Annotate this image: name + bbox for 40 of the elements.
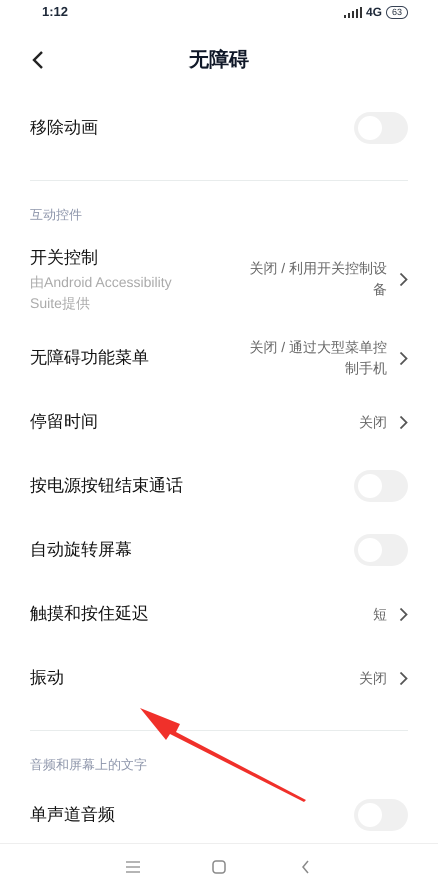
row-label: 触摸和按住延迟 [30,603,149,626]
section-heading: 互动控件 [29,206,83,224]
row-label: 停留时间 [30,411,98,434]
settings-row[interactable]: 移除动画 [0,96,438,160]
row-value: 关闭 [359,668,387,688]
section-heading: 音频和屏幕上的文字 [29,756,148,774]
settings-row[interactable]: 自动旋转屏幕 [0,518,438,582]
battery-indicator: 63 [386,6,408,18]
home-icon [212,860,226,874]
row-label: 自动旋转屏幕 [30,539,132,562]
row-label: 无障碍功能菜单 [30,347,149,370]
row-value: 短 [373,604,387,624]
back-icon [32,50,44,70]
chevron-right-icon [399,606,408,622]
chevron-right-icon [399,272,408,287]
settings-row[interactable]: 无障碍功能菜单 关闭 / 通过大型菜单控制手机 [0,326,438,390]
row-value: 关闭 / 利用开关控制设备 [248,259,387,300]
settings-row[interactable]: 振动 关闭 [0,646,438,710]
row-label: 按电源按钮结束通话 [30,475,183,498]
back-icon [300,860,310,874]
row-label: 振动 [30,667,64,690]
chevron-right-icon [399,414,408,430]
row-value: 关闭 [359,412,387,432]
settings-row[interactable]: 触摸和按住延迟 短 [0,582,438,646]
status-time: 1:12 [42,3,68,22]
settings-row[interactable]: 停留时间 关闭 [0,390,438,454]
signal-icon [344,6,362,18]
menu-icon [126,860,140,872]
settings-row[interactable]: 单声道音频 [0,782,438,843]
row-label: 开关控制 [30,246,99,268]
chevron-right-icon [399,670,408,686]
network-label: 4G [366,4,382,21]
settings-row[interactable]: 开关控制 由Android Accessibility Suite提供 关闭 / 利用开关控制设备 [0,232,438,326]
row-value: 关闭 / 通过大型菜单控制手机 [248,338,387,378]
row-label: 单声道音频 [30,804,115,826]
chevron-right-icon [399,350,408,366]
page-title: 无障碍 [189,48,249,73]
settings-row[interactable]: 按电源按钮结束通话 [0,454,438,518]
row-label: 移除动画 [30,117,98,140]
row-subtitle: 由Android Accessibility Suite提供 [30,273,173,313]
